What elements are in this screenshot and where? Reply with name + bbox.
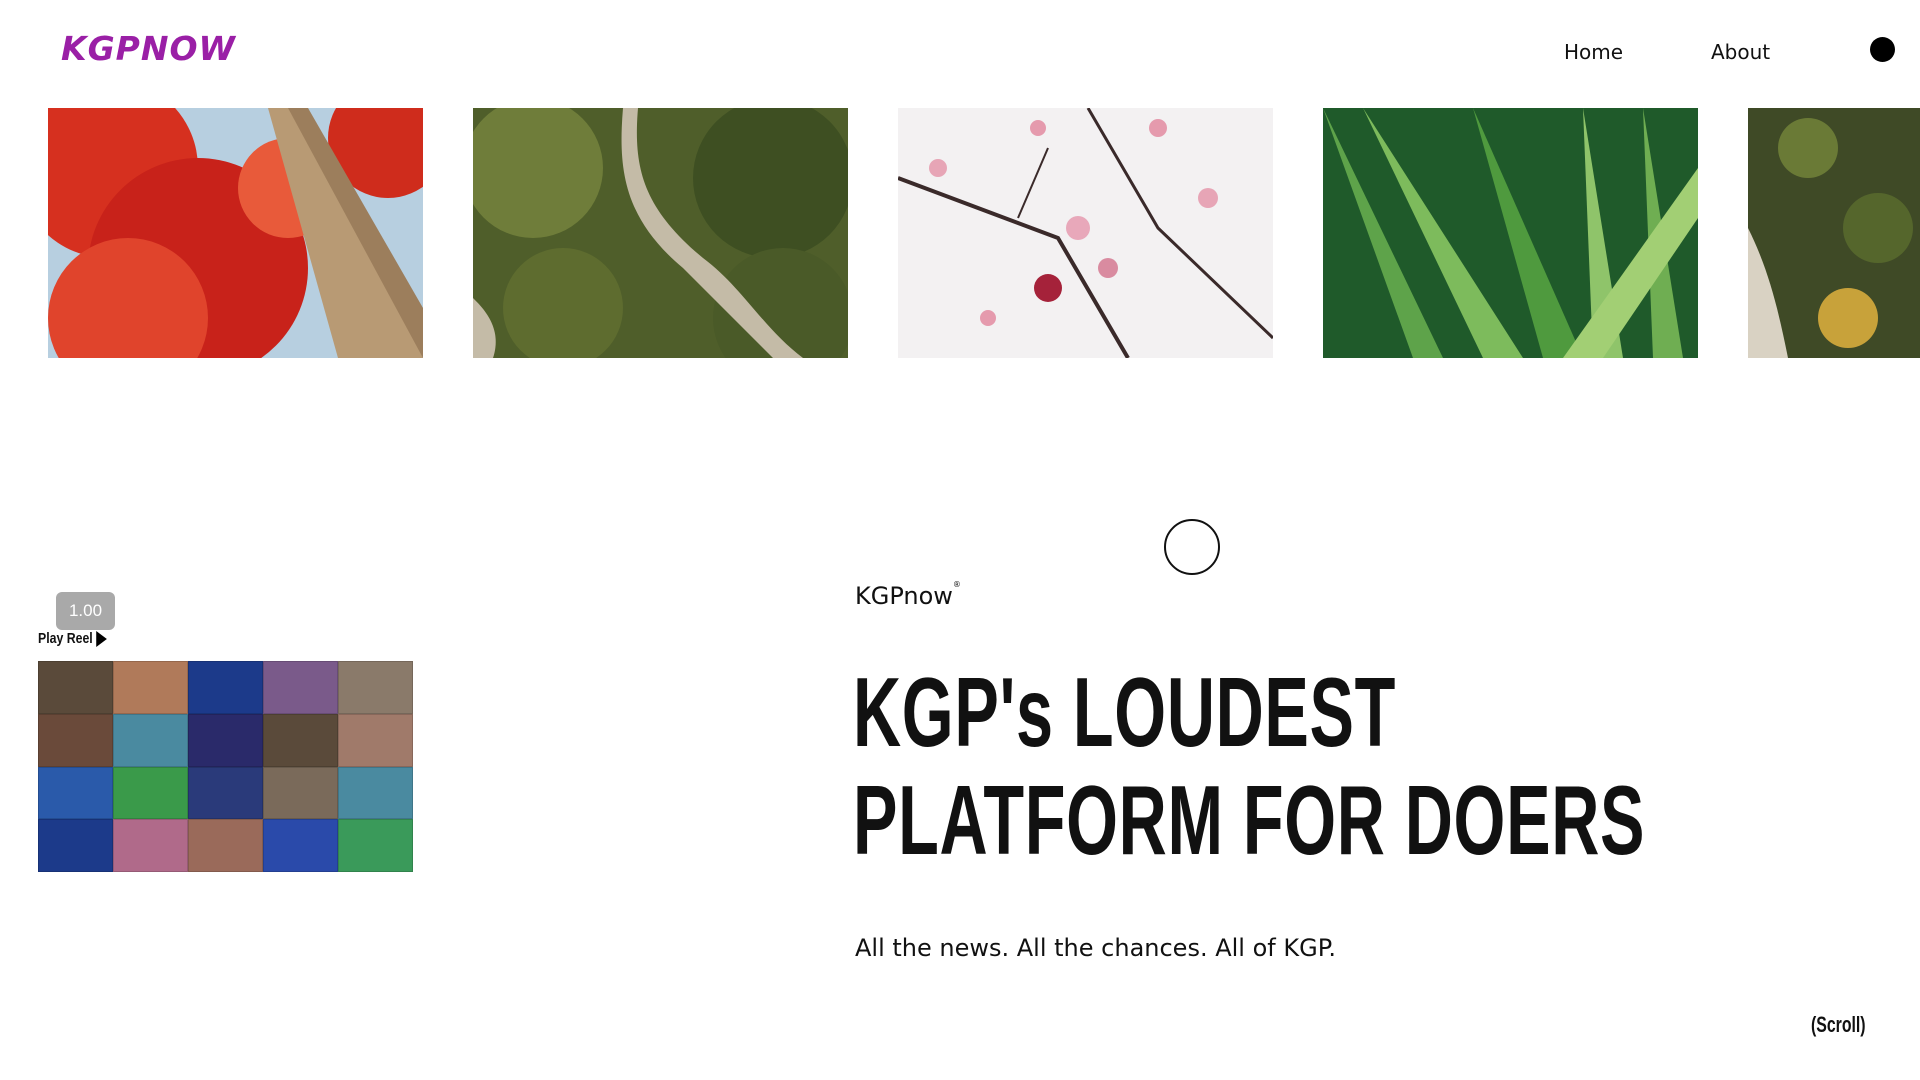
menu-dot-icon[interactable] (1870, 37, 1895, 62)
headline-line-1: KGP's LOUDEST (853, 657, 1397, 767)
gallery-image-forest-road[interactable] (473, 108, 848, 358)
hero-tagline: All the news. All the chances. All of KG… (855, 934, 1337, 962)
site-logo[interactable]: KGPNOW (61, 31, 236, 67)
play-reel-label: Play Reel (38, 630, 93, 647)
gallery-image-palm[interactable] (1323, 108, 1698, 358)
registered-mark: ® (952, 580, 961, 589)
hero-brand: KGPnow® (855, 580, 961, 610)
nav-about-link[interactable]: About (1711, 40, 1770, 64)
headline-line-2: PLATFORM FOR DOERS (853, 765, 1646, 875)
play-triangle-icon (95, 630, 107, 647)
gallery-image-coastal[interactable] (1748, 108, 1920, 358)
image-gallery-strip (0, 108, 1920, 358)
hero-brand-name: KGPnow (855, 582, 953, 610)
play-reel-button[interactable]: Play Reel (38, 630, 107, 647)
nav-home-link[interactable]: Home (1564, 40, 1623, 64)
logo-wordmark: KGPNOW (61, 29, 236, 68)
cursor-ring (1164, 519, 1220, 575)
scroll-hint: (Scroll) (1811, 1012, 1866, 1037)
playback-rate-badge[interactable]: 1.00 (56, 592, 115, 630)
gallery-image-cherry-blossom[interactable] (898, 108, 1273, 358)
hero-headline: KGP's LOUDEST PLATFORM FOR DOERS (853, 658, 1645, 874)
gallery-image-red-tree[interactable] (48, 108, 423, 358)
reel-video-preview[interactable] (38, 661, 413, 872)
